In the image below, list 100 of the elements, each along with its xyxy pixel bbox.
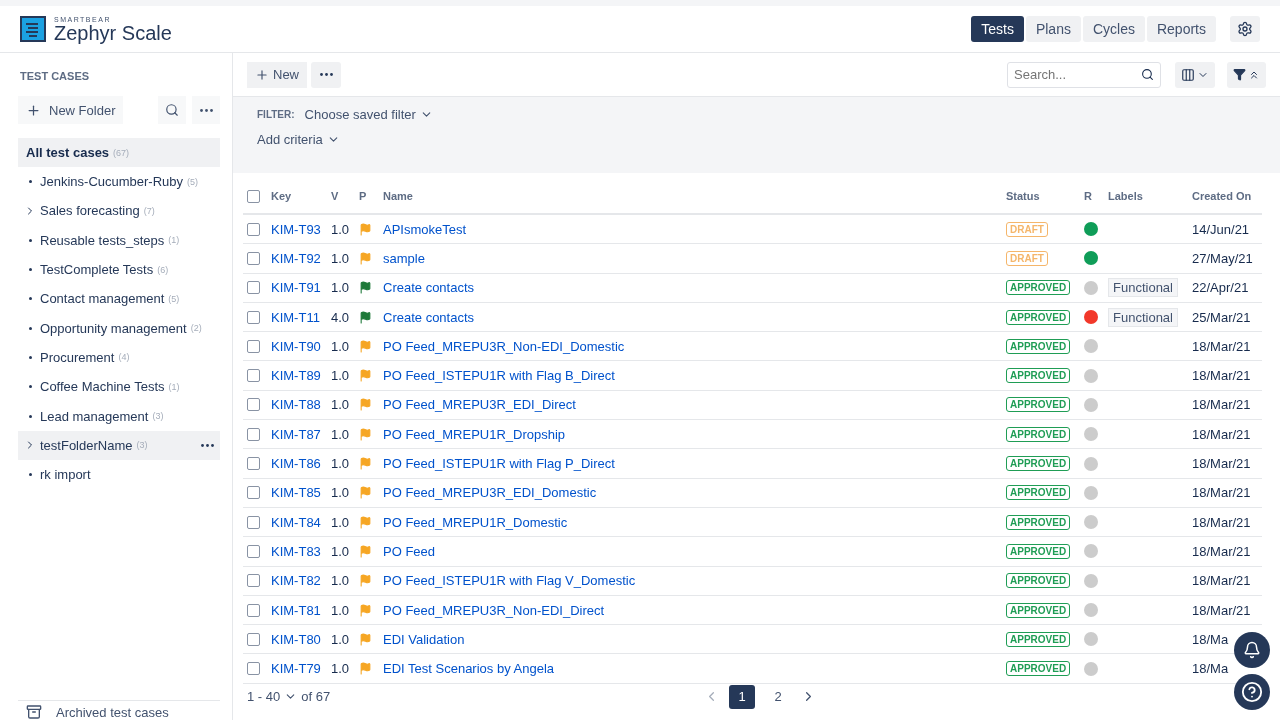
status-badge: APPROVED: [1006, 485, 1071, 501]
folder-item[interactable]: rk import: [18, 459, 220, 490]
column-header[interactable]: Labels: [1108, 190, 1192, 202]
bullet-icon: [28, 268, 32, 272]
test-name-link[interactable]: sample: [383, 250, 1006, 266]
total-count: of 67: [301, 689, 331, 705]
page-button[interactable]: 1: [729, 684, 756, 709]
test-key-link[interactable]: KIM-T11: [271, 309, 331, 325]
folder-item[interactable]: testFolderName (3): [18, 430, 220, 460]
row-checkbox[interactable]: [247, 427, 260, 441]
row-checkbox[interactable]: [247, 222, 260, 236]
row-checkbox[interactable]: [247, 486, 260, 500]
row-checkbox[interactable]: [247, 457, 260, 470]
folder-item[interactable]: TestComplete Tests (6): [18, 254, 220, 285]
test-name-link[interactable]: Create contacts: [383, 309, 1006, 325]
column-header[interactable]: Status: [1006, 190, 1084, 202]
search-field[interactable]: Search...: [1007, 61, 1161, 88]
folder-item[interactable]: All test cases (67): [18, 138, 220, 167]
test-name-link[interactable]: Create contacts: [383, 280, 1006, 296]
test-key-link[interactable]: KIM-T92: [271, 250, 331, 266]
folder-item[interactable]: Lead management (3): [18, 401, 220, 431]
test-key-link[interactable]: KIM-T93: [271, 221, 331, 237]
search-icon: [165, 103, 179, 117]
row-checkbox[interactable]: [247, 281, 260, 295]
folder-item[interactable]: Contact management (5): [18, 284, 220, 314]
more-button[interactable]: [311, 61, 341, 88]
new-button[interactable]: New: [247, 61, 307, 88]
test-key-link[interactable]: KIM-T83: [271, 543, 331, 559]
status-badge: APPROVED: [1006, 338, 1071, 354]
nav-tab[interactable]: Cycles: [1082, 16, 1145, 42]
test-key-link[interactable]: KIM-T84: [271, 514, 331, 530]
test-name-link[interactable]: PO Feed_MREPU1R_Dropship: [383, 426, 1006, 442]
archived-link[interactable]: Archived test cases: [18, 700, 220, 720]
search-icon: [1141, 68, 1154, 81]
row-checkbox[interactable]: [247, 251, 260, 265]
test-key-link[interactable]: KIM-T79: [271, 661, 331, 677]
test-key-link[interactable]: KIM-T90: [271, 338, 331, 354]
test-name-link[interactable]: PO Feed_MREPU3R_EDI_Domestic: [383, 485, 1006, 501]
column-header[interactable]: R: [1084, 190, 1108, 202]
nav-tab[interactable]: Plans: [1025, 16, 1081, 42]
test-name-link[interactable]: PO Feed_MREPU3R_Non-EDI_Domestic: [383, 338, 1006, 354]
filter-toggle-button[interactable]: [1227, 61, 1266, 88]
test-name-link[interactable]: PO Feed_ISTEPU1R with Flag B_Direct: [383, 368, 1006, 384]
new-folder-button[interactable]: New Folder: [18, 96, 124, 124]
test-key-link[interactable]: KIM-T82: [271, 573, 331, 589]
select-all-checkbox[interactable]: [247, 189, 260, 203]
row-checkbox[interactable]: [247, 662, 260, 676]
folder-item[interactable]: Sales forecasting (7): [18, 196, 220, 226]
column-header[interactable]: V: [331, 190, 359, 202]
row-checkbox[interactable]: [247, 544, 260, 558]
help-button[interactable]: [1234, 674, 1270, 710]
test-key-link[interactable]: KIM-T91: [271, 280, 331, 296]
nav-tab[interactable]: Tests: [971, 16, 1024, 42]
row-checkbox[interactable]: [247, 574, 260, 588]
column-header[interactable]: Created On: [1192, 190, 1262, 202]
test-name-link[interactable]: PO Feed_ISTEPU1R with Flag P_Direct: [383, 456, 1006, 471]
test-key-link[interactable]: KIM-T81: [271, 602, 331, 618]
created-date: 18/Mar/21: [1192, 514, 1252, 530]
column-header[interactable]: Key: [271, 190, 331, 202]
row-checkbox[interactable]: [247, 339, 260, 353]
nav-tab[interactable]: Reports: [1146, 16, 1216, 42]
settings-icon: [1237, 21, 1253, 37]
folder-item[interactable]: Coffee Machine Tests (1): [18, 372, 220, 402]
columns-button[interactable]: [1175, 61, 1215, 88]
notifications-button[interactable]: [1234, 632, 1270, 668]
version-cell-text: 1.0: [331, 426, 351, 442]
add-criteria-dropdown[interactable]: Add criteria: [257, 132, 340, 147]
row-checkbox[interactable]: [247, 398, 260, 412]
test-key-link[interactable]: KIM-T86: [271, 456, 331, 471]
column-header[interactable]: P: [359, 190, 383, 202]
saved-filter-dropdown[interactable]: Choose saved filter: [304, 107, 433, 122]
test-name-link[interactable]: EDI Validation: [383, 631, 1006, 647]
row-checkbox[interactable]: [247, 603, 260, 617]
test-name-link[interactable]: PO Feed_MREPU3R_Non-EDI_Direct: [383, 602, 1006, 618]
row-checkbox[interactable]: [247, 310, 260, 324]
folder-item[interactable]: Procurement (4): [18, 342, 220, 373]
row-checkbox[interactable]: [247, 632, 260, 646]
test-name-link[interactable]: PO Feed: [383, 543, 1006, 559]
folder-item[interactable]: Jenkins-Cucumber-Ruby (5): [18, 167, 220, 197]
version-cell-text: 1.0: [331, 221, 351, 237]
test-name-link[interactable]: PO Feed_ISTEPU1R with Flag V_Domestic: [383, 573, 1006, 589]
test-key-link[interactable]: KIM-T87: [271, 426, 331, 442]
settings-button[interactable]: [1230, 16, 1260, 42]
search-button[interactable]: [158, 96, 186, 124]
page-button[interactable]: 2: [765, 684, 792, 709]
test-key-link[interactable]: KIM-T85: [271, 485, 331, 501]
test-key-link[interactable]: KIM-T88: [271, 397, 331, 413]
row-checkbox[interactable]: [247, 369, 260, 383]
test-name-link[interactable]: PO Feed_MREPU1R_Domestic: [383, 514, 1006, 530]
test-name-link[interactable]: PO Feed_MREPU3R_EDI_Direct: [383, 397, 1006, 413]
folder-item[interactable]: Reusable tests_steps (1): [18, 225, 220, 255]
test-key-link[interactable]: KIM-T80: [271, 631, 331, 647]
folder-item[interactable]: Opportunity management (2): [18, 313, 220, 343]
test-name-link[interactable]: EDI Test Scenarios by Angela: [383, 661, 1006, 677]
test-name-link[interactable]: APIsmokeTest: [383, 221, 1006, 237]
more-button[interactable]: [192, 96, 220, 124]
column-header[interactable]: Name: [383, 190, 1006, 202]
row-checkbox[interactable]: [247, 515, 260, 529]
test-key-link[interactable]: KIM-T89: [271, 368, 331, 384]
page-size-dropdown[interactable]: 1 - 40: [247, 689, 298, 705]
